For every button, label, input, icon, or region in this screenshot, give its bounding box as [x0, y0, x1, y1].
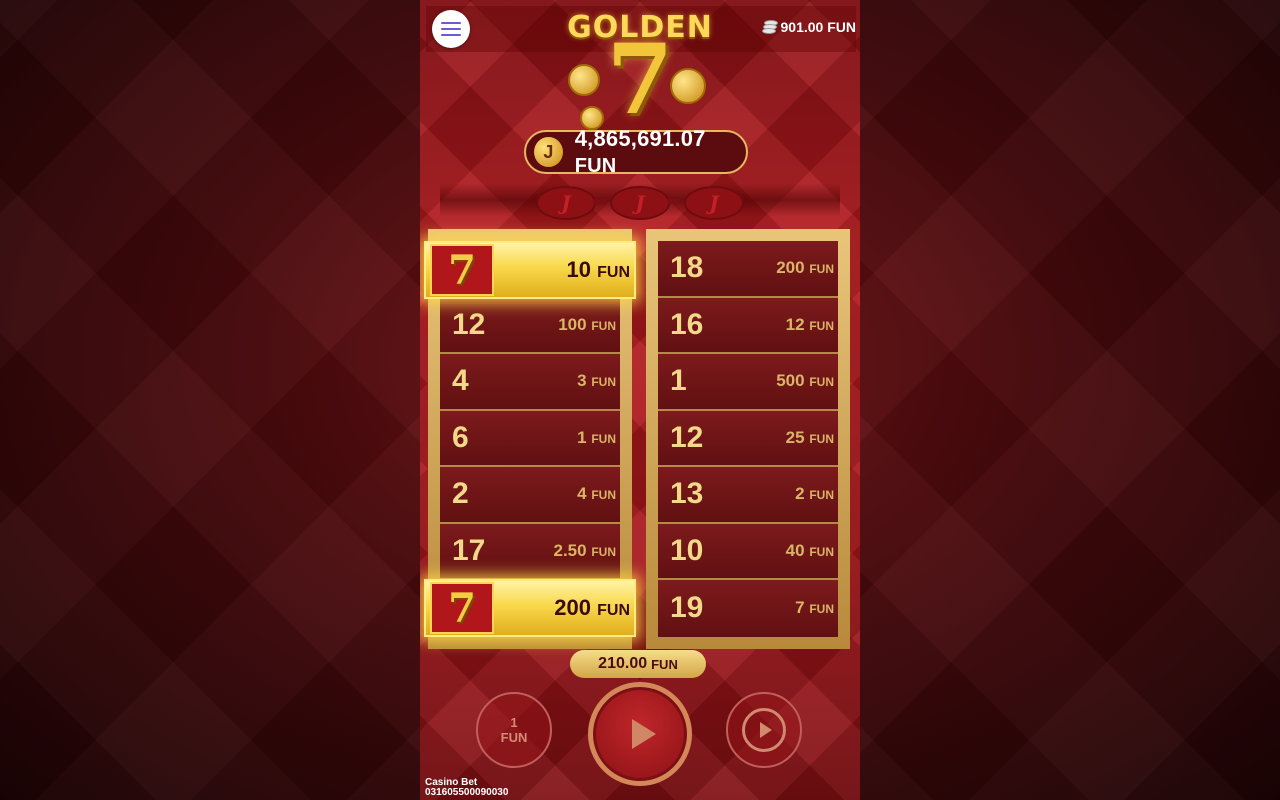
logo-title: GOLDEN [567, 10, 713, 45]
jackpot-slot-1: J [536, 186, 596, 220]
row-number: 12 [452, 307, 486, 341]
winning-prize: 10 FUN [566, 257, 631, 282]
row-prize: 7 FUN [795, 598, 834, 618]
row-number: 12 [670, 420, 704, 454]
balance-value: 901.00 FUN [780, 19, 856, 35]
table-row[interactable]: 17 2.50 FUN [440, 523, 620, 580]
row-number: 6 [452, 420, 469, 454]
table-row[interactable]: 4 3 FUN [440, 354, 620, 411]
bet-unit: FUN [500, 730, 528, 745]
row-number: 13 [670, 477, 704, 511]
play-button[interactable] [588, 682, 692, 786]
jackpot-slot-2: J [610, 186, 670, 220]
play-icon [632, 719, 656, 749]
winning-prize: 200 FUN [554, 595, 630, 620]
autoplay-icon [742, 708, 786, 752]
row-number: 2 [452, 477, 469, 511]
table-row[interactable]: 12 100 FUN [440, 297, 620, 354]
balance-display: 901.00 FUN [761, 19, 856, 35]
right-number-panel: 18 200 FUN 16 12 FUN 1 500 FUN 12 25 FUN… [646, 229, 850, 649]
seven-symbol-icon: 7 [430, 244, 494, 296]
winning-row-bottom[interactable]: 7 200 FUN [424, 579, 636, 637]
row-prize: 100 FUN [558, 314, 616, 334]
hamburger-icon [441, 22, 461, 24]
row-prize: 2.50 FUN [553, 540, 617, 560]
row-number: 18 [670, 251, 704, 285]
jackpot-display: J 4,865,691.07 FUN [524, 126, 748, 177]
logo-seven: 7 [606, 23, 674, 136]
footer-info: Casino Bet 031605500090030 [425, 778, 508, 798]
row-prize: 200 FUN [776, 258, 834, 278]
table-row[interactable]: 6 1 FUN [440, 410, 620, 467]
row-number: 10 [670, 533, 704, 567]
coins-icon [761, 20, 778, 34]
table-row[interactable]: 13 2 FUN [658, 467, 838, 524]
jackpot-icon: J [534, 137, 563, 167]
winning-row-top[interactable]: 7 10 FUN [424, 241, 636, 299]
table-row[interactable]: 12 25 FUN [658, 410, 838, 467]
slot-separator [594, 199, 606, 204]
row-prize: 40 FUN [785, 540, 834, 560]
row-number: 16 [670, 307, 704, 341]
table-row[interactable]: 16 12 FUN [658, 297, 838, 354]
table-row[interactable]: 19 7 FUN [658, 580, 838, 637]
slot-separator [668, 199, 680, 204]
table-row[interactable]: 10 40 FUN [658, 523, 838, 580]
seven-symbol-icon: 7 [430, 582, 494, 634]
row-number: 4 [452, 364, 469, 398]
table-row[interactable]: 18 200 FUN [658, 241, 838, 298]
row-prize: 3 FUN [577, 371, 616, 391]
row-number: 17 [452, 533, 486, 567]
bet-amount-button[interactable]: 1 FUN [476, 692, 552, 768]
game-screen: 901.00 FUN 7 GOLDEN J 4,865,691.07 FUN J… [420, 0, 860, 800]
row-prize: 2 FUN [795, 484, 834, 504]
row-prize: 1 FUN [577, 427, 616, 447]
jackpot-slot-3: J [684, 186, 744, 220]
autoplay-button[interactable] [726, 692, 802, 768]
row-prize: 25 FUN [785, 427, 834, 447]
row-prize: 4 FUN [577, 484, 616, 504]
table-row[interactable]: 2 4 FUN [440, 467, 620, 524]
total-win-display: 210.00 FUN [570, 650, 706, 678]
row-number: 1 [670, 364, 687, 398]
ticket-id: 031605500090030 [425, 787, 509, 798]
row-number: 19 [670, 591, 704, 625]
row-prize: 500 FUN [776, 371, 834, 391]
bet-value: 1 [510, 715, 518, 730]
jackpot-value: 4,865,691.07 FUN [574, 126, 706, 177]
row-prize: 12 FUN [785, 314, 834, 334]
game-logo: 7 GOLDEN [560, 8, 720, 136]
table-row[interactable]: 1 500 FUN [658, 354, 838, 411]
menu-button[interactable] [432, 10, 470, 48]
